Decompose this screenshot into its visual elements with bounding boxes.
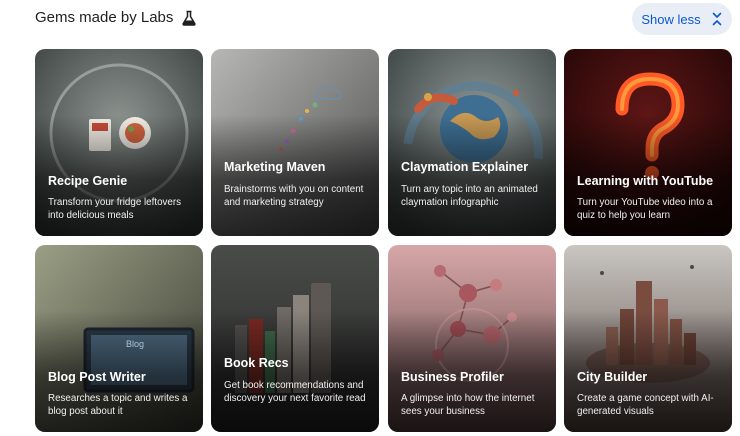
gem-description: Transform your fridge leftovers into del… [48,197,182,221]
gem-description: Create a game concept with AI-generated … [577,393,714,417]
gem-card-learning-with-youtube[interactable]: Learning with YouTube Turn your YouTube … [564,49,732,236]
gem-description: Researches a topic and writes a blog pos… [48,393,188,417]
gem-card-business-profiler[interactable]: Business Profiler A glimpse into how the… [388,245,556,432]
gem-title: City Builder [577,370,648,384]
gem-title: Recipe Genie [48,174,128,188]
gem-description: A glimpse into how the internet sees you… [401,393,535,417]
gem-card-blog-post-writer[interactable]: Blog Blog Post Writer Researches a topic… [35,245,203,432]
section-title: Gems made by Labs [35,9,197,26]
gem-description: Brainstorms with you on content and mark… [224,184,364,208]
gem-title: Learning with YouTube [577,174,714,188]
gem-card-marketing-maven[interactable]: Marketing Maven Brainstorms with you on … [211,49,379,236]
section-title-text: Gems made by Labs [35,9,174,26]
flask-icon [182,10,197,26]
gem-title: Marketing Maven [224,160,326,174]
gem-title: Blog Post Writer [48,370,146,384]
gem-title: Book Recs [224,356,289,370]
gem-title: Claymation Explainer [401,160,529,174]
gem-title: Business Profiler [401,370,504,384]
gem-description: Get book recommendations and discovery y… [224,380,366,404]
chevron-collapse-icon [712,12,721,26]
show-less-label: Show less [641,11,701,27]
blog-screen-text: Blog [126,339,145,349]
gem-description: Turn any topic into an animated claymati… [401,184,538,208]
show-less-button[interactable]: Show less [632,3,732,35]
gem-card-claymation-explainer[interactable]: Claymation Explainer Turn any topic into… [388,49,556,236]
gem-card-city-builder[interactable]: City Builder Create a game concept with … [564,245,732,432]
gem-card-book-recs[interactable]: Book Recs Get book recommendations and d… [211,245,379,432]
gem-card-recipe-genie[interactable]: Recipe Genie Transform your fridge lefto… [35,49,203,236]
gem-description: Turn your YouTube video into a quiz to h… [577,197,713,221]
section-header: Gems made by Labs Show less [0,0,740,40]
